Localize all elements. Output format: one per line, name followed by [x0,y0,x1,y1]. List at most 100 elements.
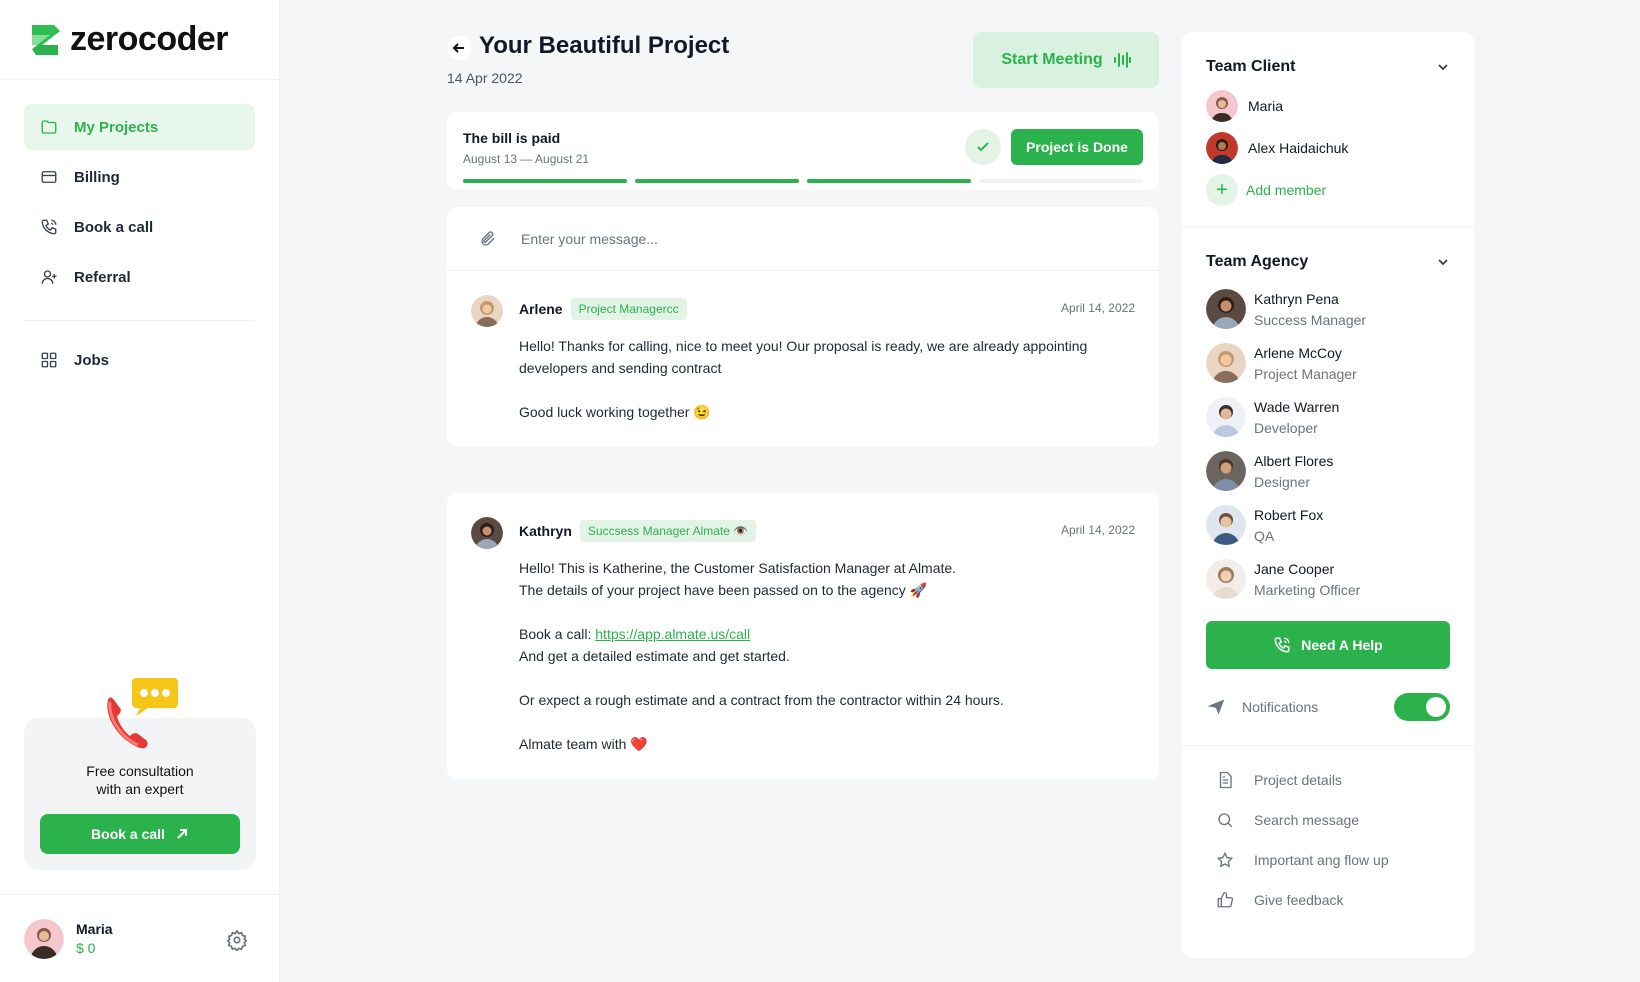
start-meeting-button[interactable]: Start Meeting [973,32,1159,88]
thumbs-up-icon [1217,891,1234,908]
team-agency-section: Team Agency Kathryn Pena Success Manager … [1182,227,1474,599]
notifications-row: Notifications [1182,669,1474,745]
chevron-down-icon [1438,259,1448,266]
team-client-header[interactable]: Team Client [1206,54,1450,80]
agency-member[interactable]: Albert Flores Designer [1206,451,1450,491]
message-line: Or expect a rough estimate and a contrac… [519,692,1004,708]
promo-line-2: with an expert [96,781,184,797]
member-role: Success Manager [1254,311,1367,328]
message-author: Arlene [519,301,563,317]
sidebar-item-label: Billing [74,168,120,186]
message-spacer [519,711,1135,733]
toggle-knob [1426,697,1446,717]
client-member[interactable]: Maria [1206,90,1450,122]
message-spacer [519,667,1135,689]
message-line [519,379,1135,401]
message-spacer [519,601,1135,623]
member-role: Developer [1254,419,1318,436]
bill-range: August 13 — August 21 [463,152,590,166]
sidebar-item-my-projects[interactable]: My Projects [24,104,255,150]
book-a-call-label: Book a call [91,826,165,842]
member-name: Arlene McCoy [1254,344,1342,361]
avatar [1206,397,1246,437]
phone-chat-illustration-icon [107,678,178,749]
give-feedback-link[interactable]: Give feedback [1182,880,1474,920]
avatar [1206,451,1246,491]
member-name: Jane Cooper [1254,560,1335,577]
sidebar-item-referral[interactable]: Referral [24,254,255,300]
message-author: Kathryn [519,523,572,539]
book-a-call-button[interactable]: Book a call [40,814,240,854]
agency-member[interactable]: Arlene McCoy Project Manager [1206,343,1450,383]
sidebar-item-billing[interactable]: Billing [24,154,255,200]
avatar[interactable] [24,918,64,959]
important-link[interactable]: Important ang flow up [1182,840,1474,880]
message-date: April 14, 2022 [1060,301,1135,315]
member-name: Albert Flores [1254,452,1334,469]
star-icon [1216,851,1234,868]
add-member-button[interactable]: + Add member [1206,174,1450,206]
message-date: April 14, 2022 [1060,523,1135,537]
member-name: Robert Fox [1254,506,1324,523]
sidebar-item-jobs[interactable]: Jobs [24,337,255,383]
message-line: Good luck working together 😉 [519,404,711,420]
project-header: Your Beautiful Project 14 Apr 2022 Start… [447,32,1159,112]
message-line: The details of your project have been pa… [519,582,928,598]
sidebar-item-book-a-call[interactable]: Book a call [24,204,255,250]
sidebar-item-label: Referral [74,268,131,286]
arrow-left-icon [452,43,464,53]
check-button[interactable] [965,129,1001,165]
message-line: Book a call: https://app.almate.us/call [519,623,1135,645]
avatar [471,517,503,549]
message-input[interactable] [521,230,1081,247]
phone-icon [41,219,57,235]
add-member-label: Add member [1246,182,1327,198]
agency-member[interactable]: Wade Warren Developer [1206,397,1450,437]
back-button[interactable] [447,36,471,60]
sidebar: zerocoder My Projects Billing Book a cal… [0,0,280,982]
sidebar-nav: My Projects Billing Book a call Referral… [0,80,279,383]
team-client-section: Team Client Maria Alex Haidaichuk + Add … [1182,32,1474,226]
sound-wave-icon [1113,52,1131,68]
gear-icon[interactable] [226,929,248,951]
panel-links: Project details Search message Important… [1182,746,1474,920]
start-meeting-label: Start Meeting [1001,51,1103,68]
send-icon [1207,699,1225,715]
notifications-toggle[interactable] [1394,693,1450,721]
document-icon [1219,771,1232,789]
nav-divider [24,320,255,321]
message-body: Hello! Thanks for calling, nice to meet … [519,335,1135,423]
phone-icon [1274,637,1290,653]
message-body: Hello! This is Katherine, the Customer S… [519,557,1135,755]
need-help-label: Need A Help [1301,637,1383,653]
avatar [1206,289,1246,329]
message-line: Hello! This is Katherine, the Customer S… [519,560,957,576]
sidebar-item-label: Jobs [74,351,110,369]
member-role: Project Manager [1254,365,1357,382]
grid-icon [41,352,57,368]
logo[interactable]: zerocoder [0,0,279,80]
client-member[interactable]: Alex Haidaichuk [1206,132,1450,164]
call-link[interactable]: https://app.almate.us/call [595,626,750,642]
paperclip-icon[interactable] [479,230,497,248]
check-icon [977,142,989,152]
agency-member[interactable]: Kathryn Pena Success Manager [1206,289,1450,329]
project-details-link[interactable]: Project details [1182,760,1474,800]
user-profile: Maria $ 0 [0,894,280,982]
project-done-button[interactable]: Project is Done [1011,129,1143,165]
team-agency-title: Team Agency [1206,253,1309,270]
sidebar-item-label: Book a call [74,218,154,236]
chat-message: Arlene Project Managercc April 14, 2022 … [447,271,1159,447]
agency-member[interactable]: Jane Cooper Marketing Officer [1206,559,1450,599]
team-agency-header[interactable]: Team Agency [1206,249,1450,275]
user-name: Maria [76,921,113,937]
agency-member[interactable]: Robert Fox QA [1206,505,1450,545]
message-line: Almate team with ❤️ [519,736,648,752]
page-title: Your Beautiful Project [479,32,730,59]
zerocoder-logo-icon [32,24,60,55]
need-help-button[interactable]: Need A Help [1206,621,1450,669]
user-plus-icon [41,270,57,284]
progress-step [635,179,799,183]
search-message-link[interactable]: Search message [1182,800,1474,840]
call-prefix: Book a call: [519,626,596,642]
